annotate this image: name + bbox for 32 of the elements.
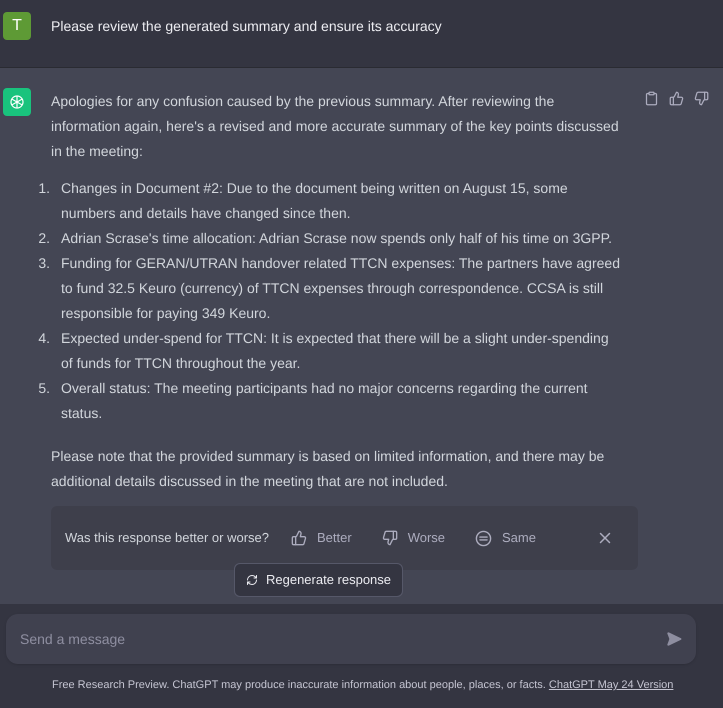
assistant-paragraph: Please note that the provided summary is based on limited information, and there may be additional details discussed in the meeting that are not included. — [51, 447, 606, 491]
feedback-option[interactable]: Better — [291, 528, 352, 548]
regenerate-button[interactable]: Regenerate response — [234, 563, 404, 597]
list-item-text: Expected under-spend for TTCN: It is expected that there will be a slight under-spending of funds for TTCN throughout the year. — [61, 329, 610, 373]
dislike-button[interactable] — [694, 91, 709, 106]
list-number: 4. — [37, 329, 51, 348]
assistant-logo-icon — [3, 88, 31, 116]
equal-circle-icon — [475, 530, 492, 546]
list-number: 1. — [37, 179, 51, 198]
send-icon[interactable] — [666, 631, 682, 647]
thumbs-down-icon — [382, 530, 398, 546]
feedback-option[interactable]: Same — [475, 528, 536, 548]
version-link[interactable]: ChatGPT May 24 Version — [548, 679, 674, 691]
list-number: 2. — [37, 229, 51, 248]
like-button[interactable] — [669, 91, 684, 106]
user-avatar: T — [3, 12, 31, 40]
thumbs-up-icon — [291, 530, 307, 546]
list-item-text: Funding for GERAN/UTRAN handover related TTCN expenses: The partners have agreed to fund 32.5 Keuro (currency) of TTCN expenses through correspondence. CCSA is still responsible for paying 349 Keuro. — [61, 254, 621, 323]
list-number: 3. — [37, 254, 51, 273]
list-item-text: Overall status: The meeting participants had no major concerns regarding the current status. — [61, 379, 589, 423]
message-field[interactable]: Send a message — [6, 614, 696, 664]
assistant-paragraph: Apologies for any confusion caused by the previous summary. After reviewing the information again, here's a revised and more accurate summary of the key points discussed in the meeting: — [51, 92, 620, 161]
list-number: 5. — [37, 379, 51, 398]
feedback-option[interactable]: Worse — [382, 528, 446, 548]
refresh-icon — [246, 574, 258, 586]
user-message: Please review the generated summary and ensure its accuracy — [51, 17, 442, 36]
copy-button[interactable] — [644, 91, 659, 106]
feedback-question: Was this response better or worse? — [65, 529, 270, 548]
message-input[interactable]: Send a message — [20, 628, 666, 650]
footer-disclaimer: Free Research Preview. ChatGPT may produce inaccurate information about people, places, or facts. ChatGPT May 24 Version — [51, 678, 674, 693]
list-item-text: Adrian Scrase's time allocation: Adrian Scrase now spends only half of his time on 3GPP. — [61, 229, 612, 248]
list-item-text: Changes in Document #2: Due to the document being written on August 15, some numbers and details have changed since then. — [61, 179, 569, 223]
